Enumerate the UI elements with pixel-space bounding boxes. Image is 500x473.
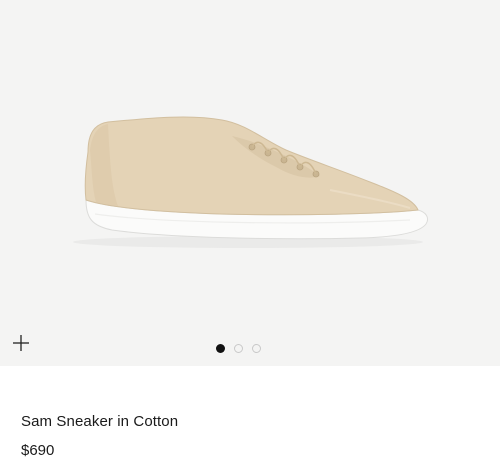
carousel-dot-active[interactable] [216,343,225,353]
product-price: $690 [21,442,55,459]
product-image[interactable] [0,0,500,366]
plus-icon [13,335,29,351]
product-name[interactable]: Sam Sneaker in Cotton [21,413,178,430]
carousel-dot[interactable] [234,343,243,353]
product-image-area[interactable] [0,0,500,366]
product-info: Sam Sneaker in Cotton $690 [0,366,500,473]
add-to-wishlist-button[interactable] [11,333,31,353]
image-carousel-indicator [216,342,261,354]
product-card[interactable]: Sam Sneaker in Cotton $690 [0,0,500,473]
shoe-upper [84,116,419,216]
carousel-dot[interactable] [252,343,261,353]
